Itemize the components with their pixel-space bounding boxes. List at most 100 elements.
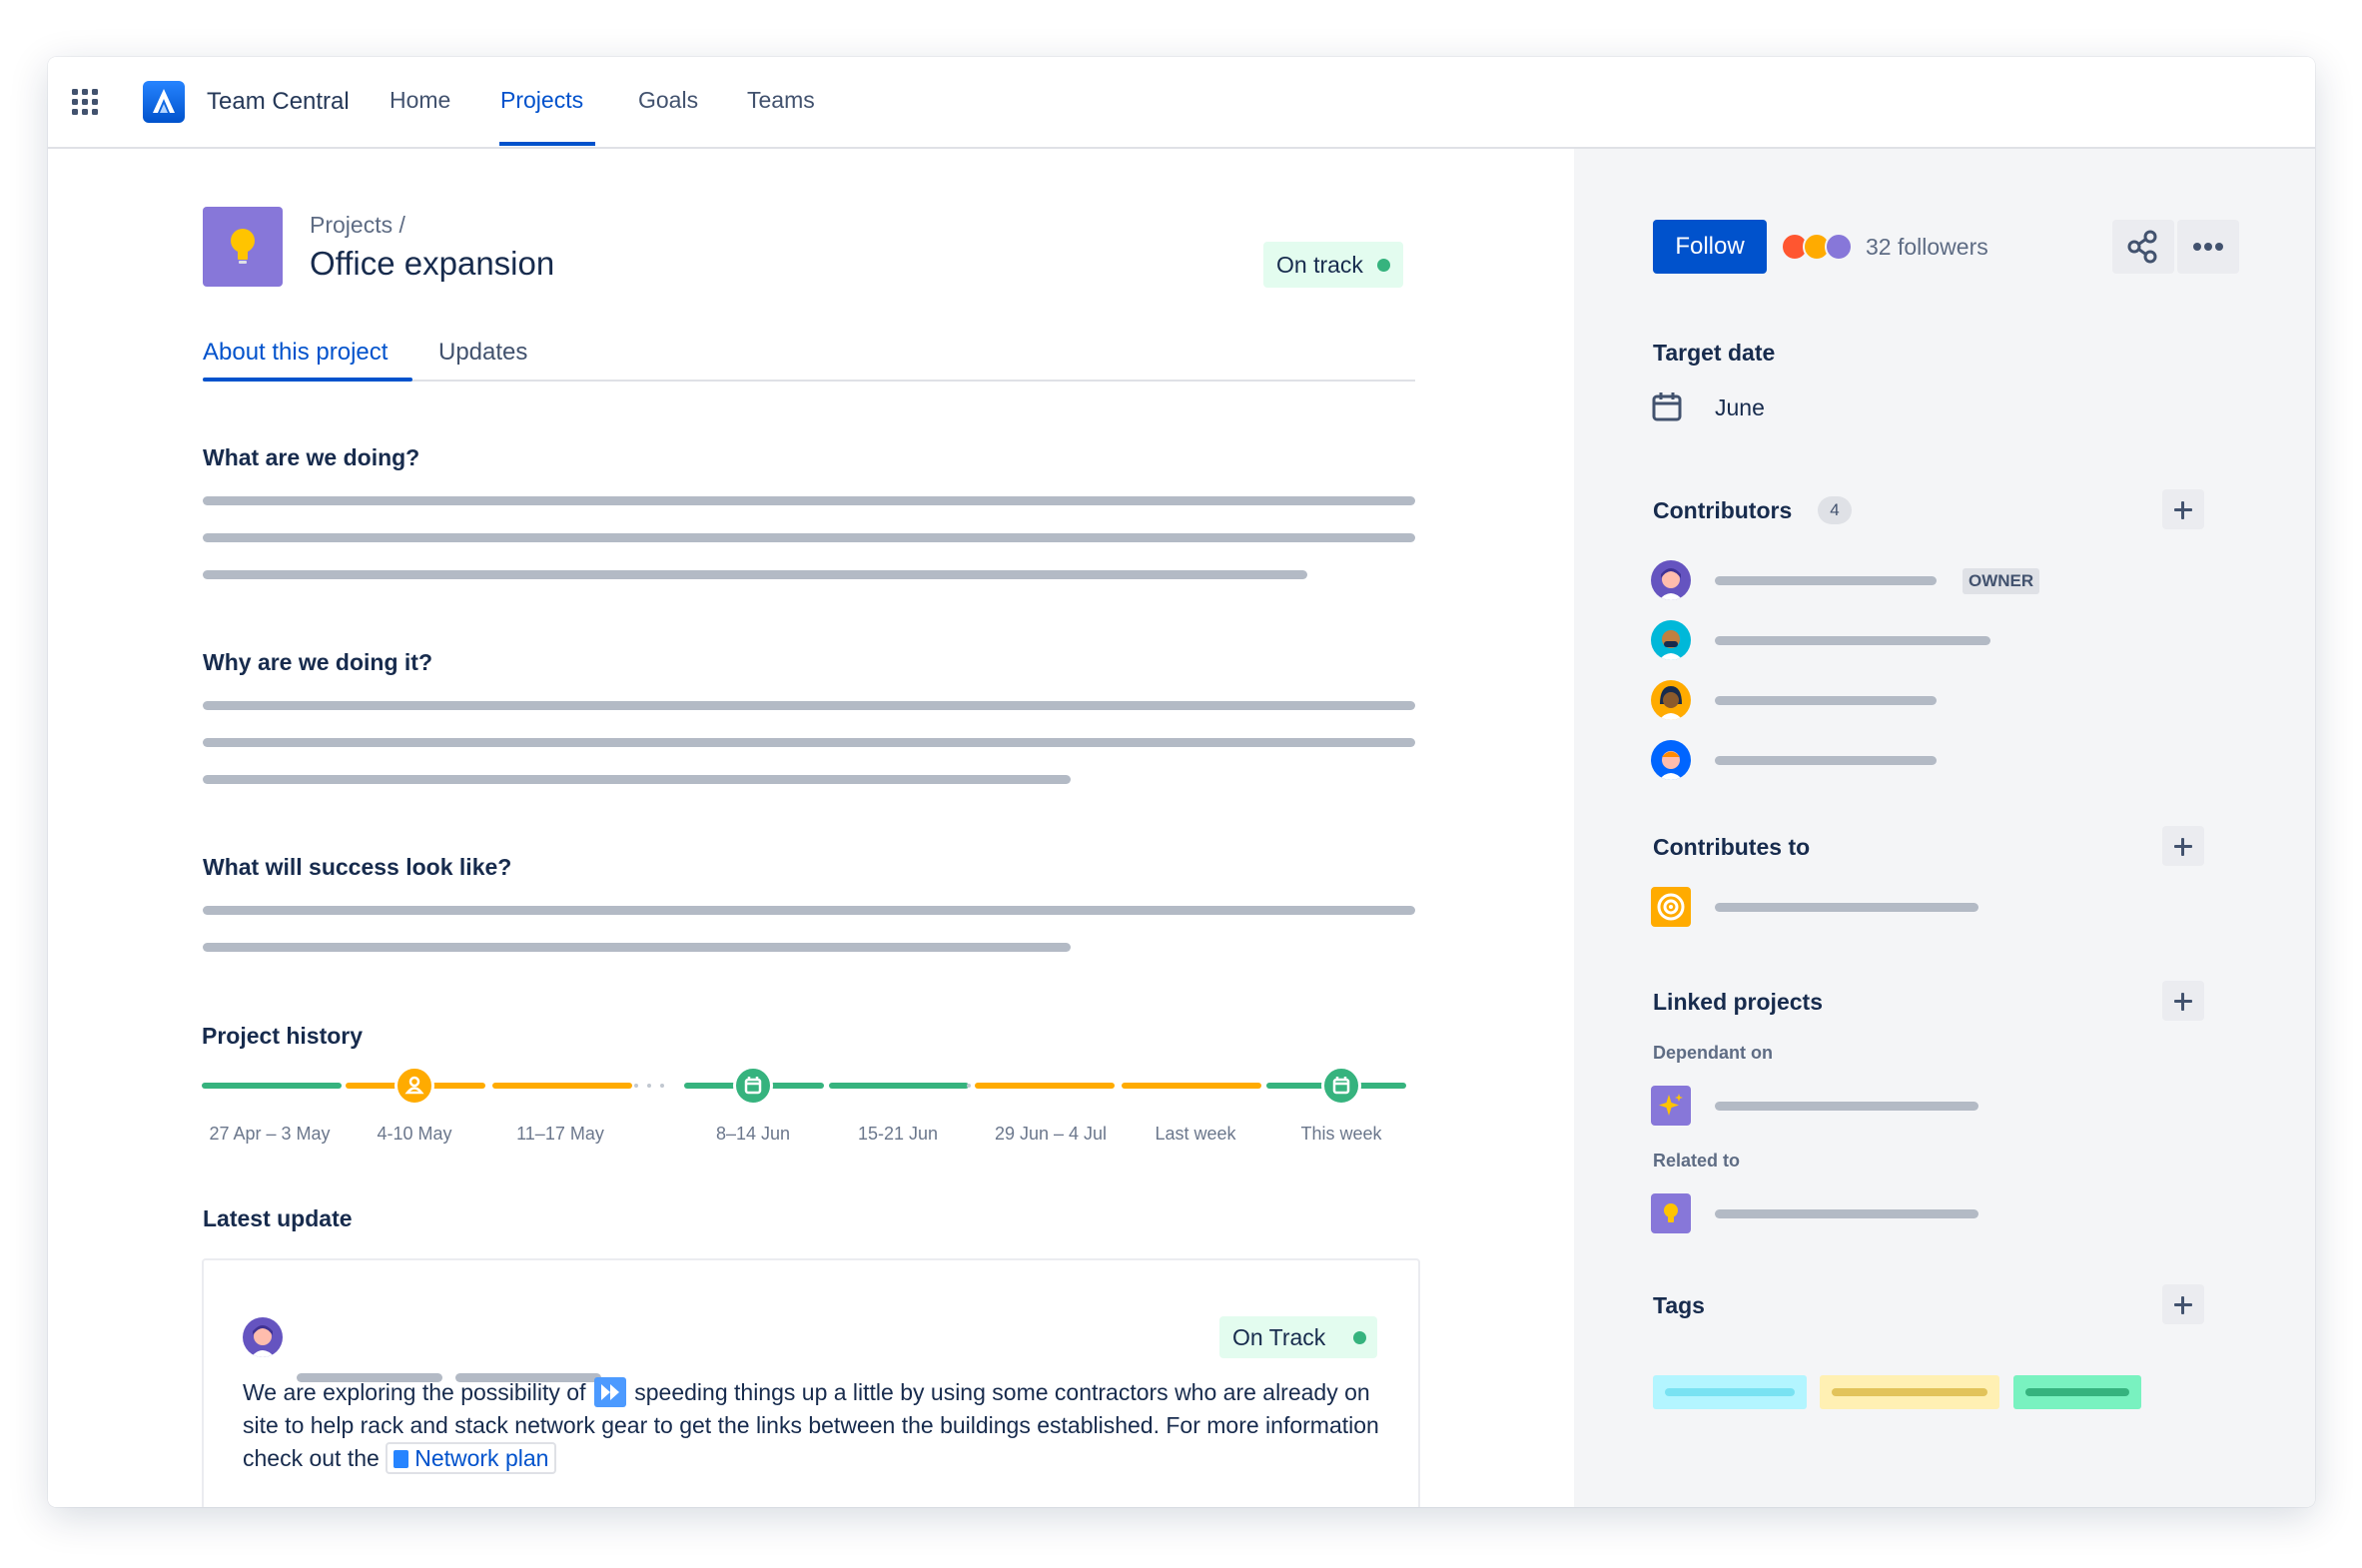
add-goal-button[interactable] bbox=[2162, 826, 2204, 866]
link-label: Network plan bbox=[414, 1445, 549, 1471]
contributor-name-placeholder bbox=[1715, 576, 1937, 585]
calendar-icon[interactable] bbox=[733, 1066, 773, 1106]
owner-badge: OWNER bbox=[1963, 568, 2040, 594]
section-heading-history: Project history bbox=[202, 1023, 364, 1049]
contributor-name-placeholder bbox=[1715, 636, 1990, 645]
sparkle-icon[interactable] bbox=[1651, 1086, 1691, 1126]
timeline-label[interactable]: Last week bbox=[1121, 1124, 1270, 1145]
timeline-label[interactable]: 27 Apr – 3 May bbox=[195, 1124, 345, 1145]
avatar[interactable] bbox=[243, 1317, 283, 1357]
dependant-on-label: Dependant on bbox=[1653, 1043, 1773, 1063]
text-placeholder bbox=[203, 570, 1307, 579]
timeline-segment bbox=[829, 1083, 969, 1089]
nav-teams[interactable]: Teams bbox=[747, 87, 815, 114]
tab-about[interactable]: About this project bbox=[203, 339, 388, 367]
person-icon[interactable] bbox=[394, 1066, 434, 1106]
contributors-count-badge: 4 bbox=[1818, 496, 1852, 524]
text-placeholder bbox=[203, 533, 1415, 542]
timeline-gap-dot bbox=[660, 1084, 664, 1088]
timeline-label[interactable]: 8–14 Jun bbox=[678, 1124, 828, 1145]
add-contributor-button[interactable] bbox=[2162, 489, 2204, 529]
tag-label-placeholder bbox=[1832, 1388, 1987, 1396]
status-label: On track bbox=[1276, 252, 1363, 278]
text-placeholder bbox=[203, 496, 1415, 505]
timeline-label[interactable]: 29 Jun – 4 Jul bbox=[976, 1124, 1126, 1145]
section-heading-doing: What are we doing? bbox=[203, 444, 420, 470]
target-date-heading: Target date bbox=[1653, 340, 1776, 366]
share-icon bbox=[2127, 230, 2157, 264]
section-heading-success: What will success look like? bbox=[203, 854, 512, 880]
status-badge: On track bbox=[1263, 242, 1403, 288]
tag-label-placeholder bbox=[1665, 1388, 1795, 1396]
project-name-placeholder bbox=[1715, 1209, 1978, 1218]
timeline-label[interactable]: 11–17 May bbox=[485, 1124, 635, 1145]
tab-active-indicator bbox=[203, 378, 412, 382]
text-placeholder bbox=[203, 906, 1415, 915]
timeline-label[interactable]: 4-10 May bbox=[340, 1124, 489, 1145]
section-heading-why: Why are we doing it? bbox=[203, 649, 433, 675]
calendar-icon[interactable] bbox=[1321, 1066, 1361, 1106]
top-navigation: Team Central Home Projects Goals Teams bbox=[48, 57, 2315, 149]
follower-avatars[interactable] bbox=[1781, 233, 1865, 261]
add-tag-button[interactable] bbox=[2162, 1284, 2204, 1324]
lightbulb-icon bbox=[203, 207, 283, 287]
calendar-icon bbox=[1652, 392, 1682, 421]
goal-icon[interactable] bbox=[1651, 887, 1691, 927]
tag[interactable] bbox=[1820, 1375, 1999, 1409]
nav-home[interactable]: Home bbox=[390, 87, 450, 114]
text-placeholder bbox=[203, 943, 1071, 952]
timeline-segment bbox=[492, 1083, 632, 1089]
text-placeholder bbox=[203, 738, 1415, 747]
breadcrumb[interactable]: Projects / bbox=[310, 212, 405, 239]
text-placeholder bbox=[203, 701, 1415, 710]
related-to-label: Related to bbox=[1653, 1151, 1741, 1171]
target-date-value[interactable]: June bbox=[1715, 394, 1765, 421]
avatar[interactable] bbox=[1651, 620, 1691, 660]
linked-projects-heading: Linked projects bbox=[1653, 989, 1823, 1015]
timeline-segment bbox=[202, 1083, 342, 1089]
page-title: Office expansion bbox=[310, 245, 555, 282]
status-dot-icon bbox=[1377, 259, 1390, 272]
nav-goals[interactable]: Goals bbox=[638, 87, 698, 114]
timeline-gap-dot bbox=[647, 1084, 651, 1088]
nav-projects[interactable]: Projects bbox=[500, 87, 583, 114]
update-status-badge: On Track bbox=[1219, 1316, 1377, 1358]
tab-updates[interactable]: Updates bbox=[438, 339, 527, 367]
brand-name[interactable]: Team Central bbox=[207, 88, 350, 116]
tag[interactable] bbox=[2013, 1375, 2141, 1409]
contributors-heading: Contributors bbox=[1653, 497, 1793, 523]
nav-active-indicator bbox=[499, 142, 595, 146]
tag[interactable] bbox=[1653, 1375, 1807, 1409]
lightbulb-icon[interactable] bbox=[1651, 1193, 1691, 1233]
text-placeholder bbox=[203, 775, 1071, 784]
section-heading-latest: Latest update bbox=[203, 1205, 353, 1231]
goal-name-placeholder bbox=[1715, 903, 1978, 912]
network-plan-link[interactable]: Network plan bbox=[386, 1442, 557, 1474]
timeline-segment bbox=[975, 1083, 1115, 1089]
document-icon bbox=[394, 1450, 409, 1468]
timeline-label[interactable]: This week bbox=[1266, 1124, 1416, 1145]
contributor-name-placeholder bbox=[1715, 756, 1937, 765]
more-icon bbox=[2193, 243, 2223, 251]
fast-forward-icon bbox=[593, 1377, 626, 1407]
followers-count[interactable]: 32 followers bbox=[1866, 234, 1988, 261]
timeline-gap-dot bbox=[967, 1084, 971, 1088]
timeline-segment bbox=[1122, 1083, 1261, 1089]
update-text-start: We are exploring the possibility of bbox=[243, 1379, 586, 1405]
project-name-placeholder bbox=[1715, 1102, 1978, 1111]
avatar[interactable] bbox=[1651, 560, 1691, 600]
follow-button[interactable]: Follow bbox=[1653, 220, 1767, 274]
app-switcher-icon[interactable] bbox=[72, 89, 98, 115]
tags-heading: Tags bbox=[1653, 1292, 1705, 1318]
avatar[interactable] bbox=[1651, 680, 1691, 720]
timeline-label[interactable]: 15-21 Jun bbox=[823, 1124, 973, 1145]
contributes-to-heading: Contributes to bbox=[1653, 834, 1811, 860]
team-central-logo-icon[interactable] bbox=[143, 81, 185, 123]
contributor-name-placeholder bbox=[1715, 696, 1937, 705]
more-actions-button[interactable] bbox=[2177, 220, 2239, 274]
add-linked-project-button[interactable] bbox=[2162, 981, 2204, 1021]
status-dot-icon bbox=[1353, 1331, 1366, 1344]
tag-label-placeholder bbox=[2025, 1388, 2129, 1396]
share-button[interactable] bbox=[2112, 220, 2174, 274]
avatar[interactable] bbox=[1651, 740, 1691, 780]
